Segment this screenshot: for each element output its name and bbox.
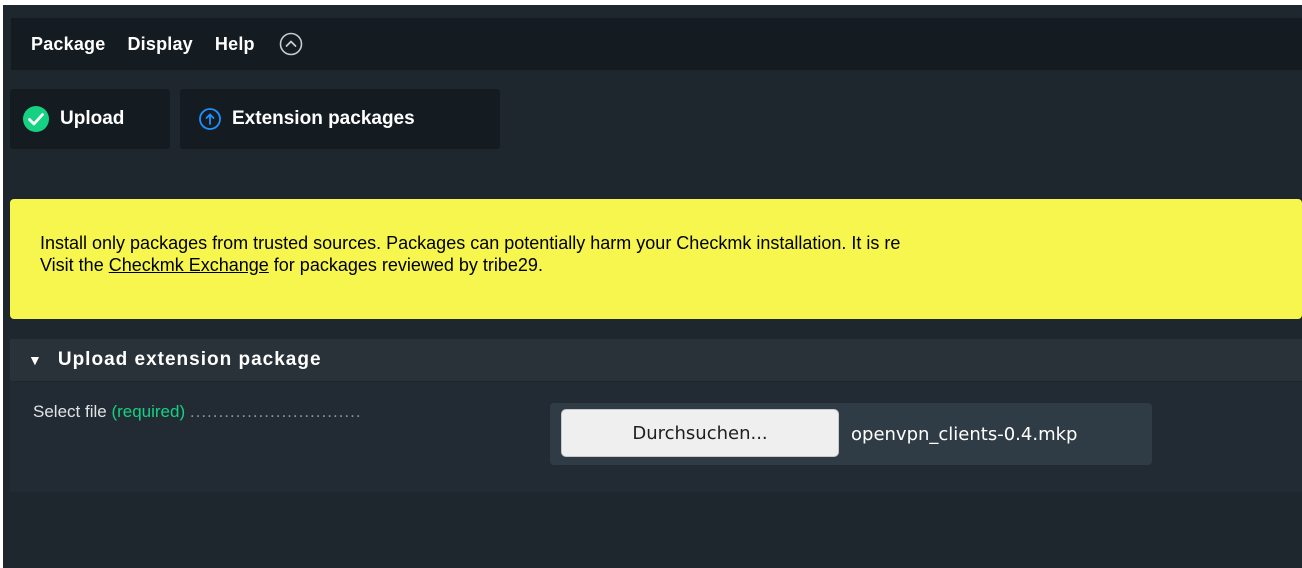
warning-line-2-suffix: for packages reviewed by tribe29. [268, 255, 543, 275]
warning-box: Install only packages from trusted sourc… [10, 199, 1302, 319]
upload-button-label: Upload [60, 108, 125, 129]
selected-file-name: openvpn_clients-0.4.mkp [851, 424, 1078, 445]
upload-section-title: Upload extension package [57, 349, 322, 370]
required-marker: (required) [111, 402, 186, 421]
collapse-triangle-icon[interactable]: ▼ [28, 352, 42, 368]
upload-circle-icon [198, 107, 222, 131]
menubar: Package Display Help [11, 18, 1302, 70]
select-file-label-text: Select file [33, 402, 107, 421]
upload-section-body: Select file (required) .................… [10, 382, 1302, 492]
checkmk-exchange-link[interactable]: Checkmk Exchange [109, 255, 269, 275]
browse-button[interactable]: Durchsuchen... [561, 409, 839, 457]
label-dots: .............................. [189, 402, 362, 421]
upload-section-header[interactable]: ▼ Upload extension package [10, 339, 1302, 381]
check-circle-icon [22, 105, 50, 133]
warning-line-2: Visit the Checkmk Exchange for packages … [40, 254, 1302, 276]
menu-help[interactable]: Help [215, 34, 255, 55]
select-file-label: Select file (required) .................… [33, 402, 362, 422]
chevron-up-circle-icon[interactable] [277, 30, 305, 58]
menu-package[interactable]: Package [31, 34, 105, 55]
warning-line-2-prefix: Visit the [40, 255, 109, 275]
warning-line-1: Install only packages from trusted sourc… [40, 233, 901, 253]
upload-button[interactable]: Upload [10, 89, 170, 149]
extension-packages-button[interactable]: Extension packages [180, 89, 500, 149]
app-window: Package Display Help Upload Extension pa… [3, 5, 1302, 568]
menu-display[interactable]: Display [127, 34, 192, 55]
extension-packages-button-label: Extension packages [232, 108, 415, 129]
file-input[interactable]: Durchsuchen... openvpn_clients-0.4.mkp [550, 403, 1152, 465]
